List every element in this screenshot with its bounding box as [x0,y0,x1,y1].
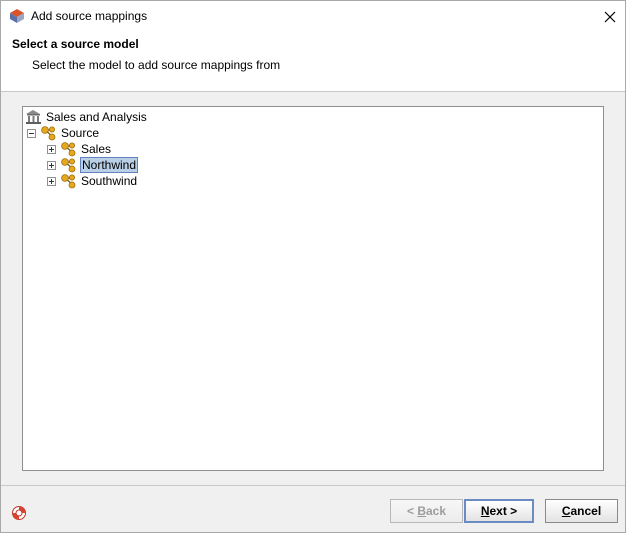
back-button-mnemonic: B [417,504,426,518]
tree-node-source[interactable]: Source [27,125,100,141]
close-button[interactable] [595,1,625,32]
tree-node-label: Sales [81,142,112,156]
tree-node-label: Southwind [81,174,138,188]
model-icon [61,174,76,189]
tree-node-label: Sales and Analysis [46,110,147,124]
expand-icon[interactable] [47,144,56,154]
back-button[interactable]: < Back [390,499,463,523]
page-description: Select the model to add source mappings … [32,58,281,72]
back-button-label: ack [425,504,447,518]
window-title: Add source mappings [31,9,148,23]
next-button[interactable]: Next > [464,499,534,523]
tree-node-label: Northwind [80,157,139,173]
cancel-button-label: ancel [570,504,602,518]
title-bar: Add source mappings [1,1,625,32]
tree-node-southwind[interactable]: Southwind [47,173,138,189]
expand-icon[interactable] [47,160,56,170]
cancel-button-mnemonic: C [561,504,571,518]
tree-node-label: Source [61,126,100,140]
close-icon [604,11,616,22]
model-icon [61,142,76,157]
tree-node-sales[interactable]: Sales [47,141,112,157]
model-icon [61,158,76,173]
tree-node-root[interactable]: Sales and Analysis [25,109,148,125]
next-button-label: ext > [489,504,518,518]
app-logo-icon [10,9,24,23]
model-icon [41,126,56,141]
next-button-mnemonic: N [480,504,490,518]
bank-icon [26,110,41,124]
help-lifebuoy-icon[interactable] [11,505,27,521]
tree-node-northwind[interactable]: Northwind [47,157,139,173]
add-source-mappings-dialog: Add source mappings Select a source mode… [0,0,626,533]
collapse-icon[interactable] [27,128,36,138]
cancel-button[interactable]: Cancel [545,499,618,523]
expand-icon[interactable] [47,176,56,186]
page-title: Select a source model [12,37,139,51]
model-tree[interactable]: Sales and Analysis Source Sales Northwin… [22,106,604,471]
wizard-header: Select a source model Select the model t… [1,32,625,92]
back-button-prefix: < [406,504,418,518]
footer-separator [1,485,625,486]
